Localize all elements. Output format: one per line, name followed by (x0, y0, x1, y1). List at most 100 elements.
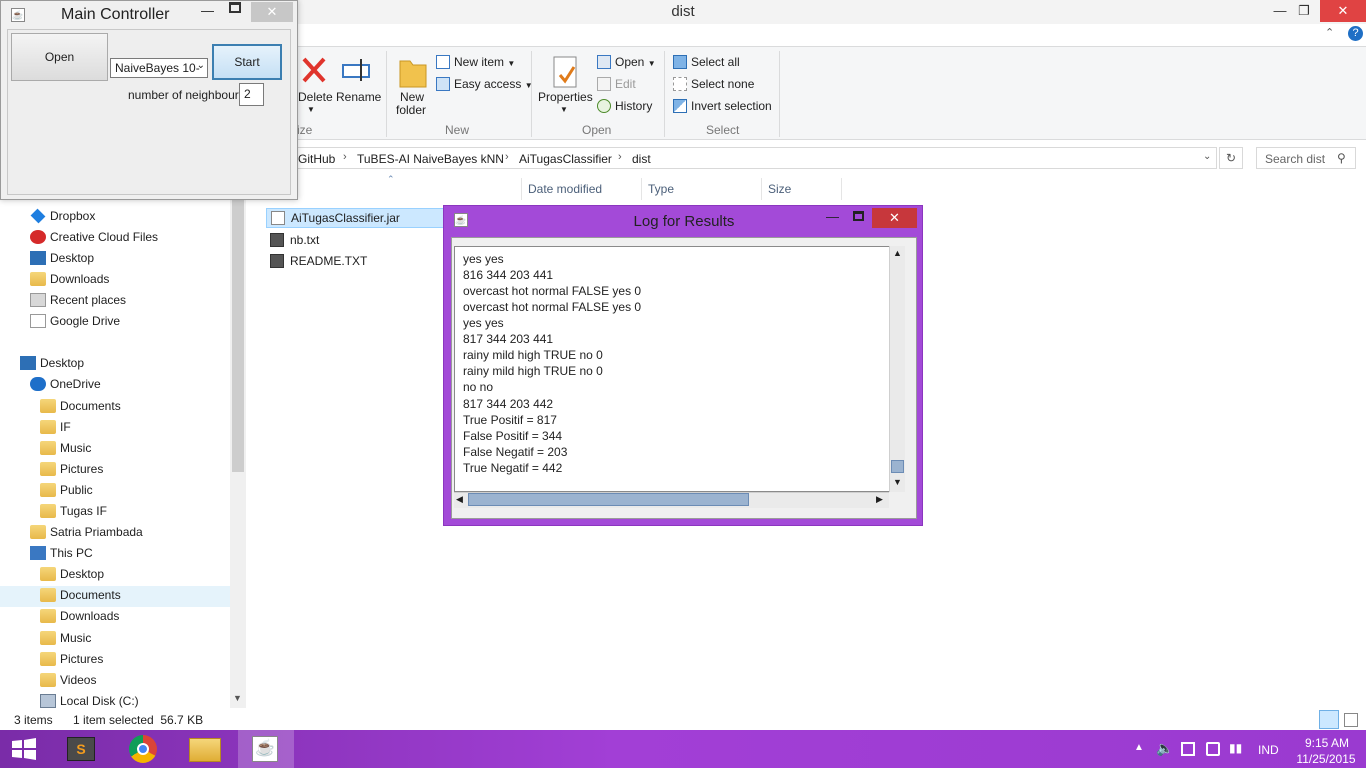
nav-item-onedrive-public[interactable]: Public (40, 483, 93, 504)
ribbon-collapse-icon[interactable]: ⌃ (1325, 26, 1334, 39)
scroll-down-arrow-icon[interactable]: ▼ (233, 693, 242, 703)
log-line: overcast hot normal FALSE yes 0 (463, 300, 642, 314)
battery-icon[interactable] (1206, 742, 1220, 756)
help-icon[interactable]: ? (1348, 26, 1363, 41)
minimize-button[interactable]: — (826, 209, 839, 224)
history-button[interactable]: History (597, 99, 652, 113)
nav-item-recent-places[interactable]: Recent places (30, 293, 126, 314)
easy-access-button[interactable]: Easy access ▼ (436, 77, 533, 91)
volume-icon[interactable]: 🔈 (1156, 740, 1173, 757)
nav-item-onedrive-documents[interactable]: Documents (40, 399, 121, 420)
select-all-button[interactable]: Select all (673, 55, 740, 69)
address-bar[interactable]: GitHub › TuBES-AI NaiveBayes kNN › AiTug… (292, 147, 1217, 169)
nav-scrollbar-thumb[interactable] (232, 200, 244, 472)
large-icons-view-icon[interactable] (1344, 713, 1358, 727)
close-button[interactable]: ✕ (872, 208, 917, 228)
log-vertical-thumb[interactable] (891, 460, 904, 473)
nav-item-downloads[interactable]: Downloads (30, 272, 109, 293)
nav-item-desktop-root[interactable]: Desktop (20, 356, 84, 377)
start-button[interactable]: Start (212, 44, 282, 80)
taskbar-chrome[interactable] (116, 730, 172, 768)
nav-item-user[interactable]: Satria Priambada (30, 525, 143, 546)
nav-item-dropbox[interactable]: Dropbox (30, 208, 95, 230)
breadcrumb-item[interactable]: dist (632, 152, 651, 166)
new-folder-label-1[interactable]: New (400, 90, 424, 104)
breadcrumb-item[interactable]: TuBES-AI NaiveBayes kNN (357, 152, 504, 166)
column-header-size[interactable]: Size (768, 182, 791, 196)
action-center-icon[interactable] (1181, 742, 1195, 756)
column-header-date[interactable]: Date modified (528, 182, 602, 196)
nav-item-label: Satria Priambada (50, 525, 143, 539)
log-text-area[interactable]: _ _ _ _ _ _ _ _ _ _ _ _ _ yes yes 816 34… (454, 246, 892, 492)
taskbar-java[interactable]: ☕ (238, 730, 294, 768)
log-horizontal-thumb[interactable] (468, 493, 749, 506)
nav-item-onedrive[interactable]: OneDrive (30, 377, 101, 398)
invert-selection-button[interactable]: Invert selection (673, 99, 772, 113)
scroll-left-arrow-icon[interactable]: ◀ (456, 494, 463, 505)
nav-item-desktop[interactable]: Desktop (30, 251, 94, 272)
taskbar-sublime-text[interactable]: S (54, 730, 110, 768)
log-vertical-scrollbar[interactable]: ▲ ▼ (889, 246, 905, 492)
address-dropdown-icon[interactable]: ⌄ (1203, 151, 1211, 162)
nav-item-onedrive-pictures[interactable]: Pictures (40, 462, 103, 483)
windows-start-icon[interactable] (10, 738, 38, 760)
details-view-icon[interactable] (1319, 710, 1339, 729)
clock-date[interactable]: 11/25/2015 (1290, 752, 1362, 766)
open-button[interactable]: Open ▼ (597, 55, 656, 69)
input-language[interactable]: IND (1258, 743, 1279, 757)
new-folder-label-2[interactable]: folder (396, 103, 426, 117)
maximize-button[interactable] (853, 211, 864, 221)
nav-item-onedrive-tugas-if[interactable]: Tugas IF (40, 504, 107, 525)
rename-button[interactable]: Rename (336, 90, 381, 104)
new-item-button[interactable]: New item ▼ (436, 55, 515, 69)
close-button[interactable]: ✕ (1320, 0, 1366, 22)
nav-item-pc-videos[interactable]: Videos (40, 673, 96, 694)
maximize-button[interactable] (229, 2, 241, 13)
breadcrumb-separator-icon[interactable]: › (618, 151, 622, 163)
file-row-selected[interactable]: AiTugasClassifier.jar (266, 208, 446, 228)
nav-item-pc-downloads[interactable]: Downloads (40, 609, 119, 630)
properties-dropdown-icon[interactable]: ▼ (560, 105, 568, 114)
search-input[interactable]: Search dist ⚲ (1256, 147, 1356, 169)
new-folder-icon (398, 55, 430, 88)
scroll-down-arrow-icon[interactable]: ▼ (893, 477, 902, 487)
delete-dropdown-icon[interactable]: ▼ (307, 105, 315, 114)
neighbour-input[interactable]: 2 (239, 83, 264, 106)
breadcrumb-separator-icon[interactable]: › (343, 151, 347, 163)
breadcrumb-item[interactable]: AiTugasClassifier (519, 152, 612, 166)
nav-item-creative-cloud[interactable]: Creative Cloud Files (30, 230, 158, 251)
file-row[interactable]: nb.txt (266, 231, 446, 251)
history-icon (597, 99, 611, 113)
nav-item-pc-pictures[interactable]: Pictures (40, 652, 103, 673)
algorithm-select[interactable]: NaiveBayes 10- ⌄ (110, 58, 208, 78)
invert-selection-icon (673, 99, 687, 113)
file-row[interactable]: README.TXT (266, 252, 446, 272)
properties-button[interactable]: Properties (538, 90, 593, 104)
delete-button[interactable]: Delete (298, 90, 333, 104)
maximize-button[interactable]: ❐ (1290, 0, 1318, 22)
breadcrumb-separator-icon[interactable]: › (505, 151, 509, 163)
downloads-icon (30, 272, 46, 286)
breadcrumb-item[interactable]: GitHub (298, 152, 335, 166)
scroll-right-arrow-icon[interactable]: ▶ (876, 494, 883, 505)
column-header-type[interactable]: Type (648, 182, 674, 196)
scroll-up-arrow-icon[interactable]: ▲ (893, 248, 902, 258)
ribbon-separator (531, 51, 532, 137)
taskbar-file-explorer[interactable] (178, 730, 234, 768)
clock-time[interactable]: 9:15 AM (1297, 736, 1357, 750)
show-hidden-icons-icon[interactable]: ▲ (1134, 742, 1144, 753)
open-file-button[interactable]: Open (11, 33, 108, 81)
nav-item-pc-desktop[interactable]: Desktop (40, 567, 104, 588)
edit-button[interactable]: Edit (597, 77, 636, 91)
network-signal-icon[interactable]: ▮▮ (1229, 741, 1242, 755)
select-none-button[interactable]: Select none (673, 77, 754, 91)
minimize-button[interactable]: — (201, 3, 214, 18)
nav-item-onedrive-music[interactable]: Music (40, 441, 91, 462)
refresh-button[interactable]: ↻ (1219, 147, 1243, 169)
nav-item-pc-documents[interactable]: Documents (40, 588, 121, 609)
close-button[interactable]: ✕ (251, 2, 293, 22)
nav-item-this-pc[interactable]: This PC (30, 546, 93, 567)
nav-item-pc-music[interactable]: Music (40, 631, 91, 652)
nav-item-google-drive[interactable]: Google Drive (30, 314, 120, 335)
nav-item-onedrive-if[interactable]: IF (40, 420, 71, 441)
